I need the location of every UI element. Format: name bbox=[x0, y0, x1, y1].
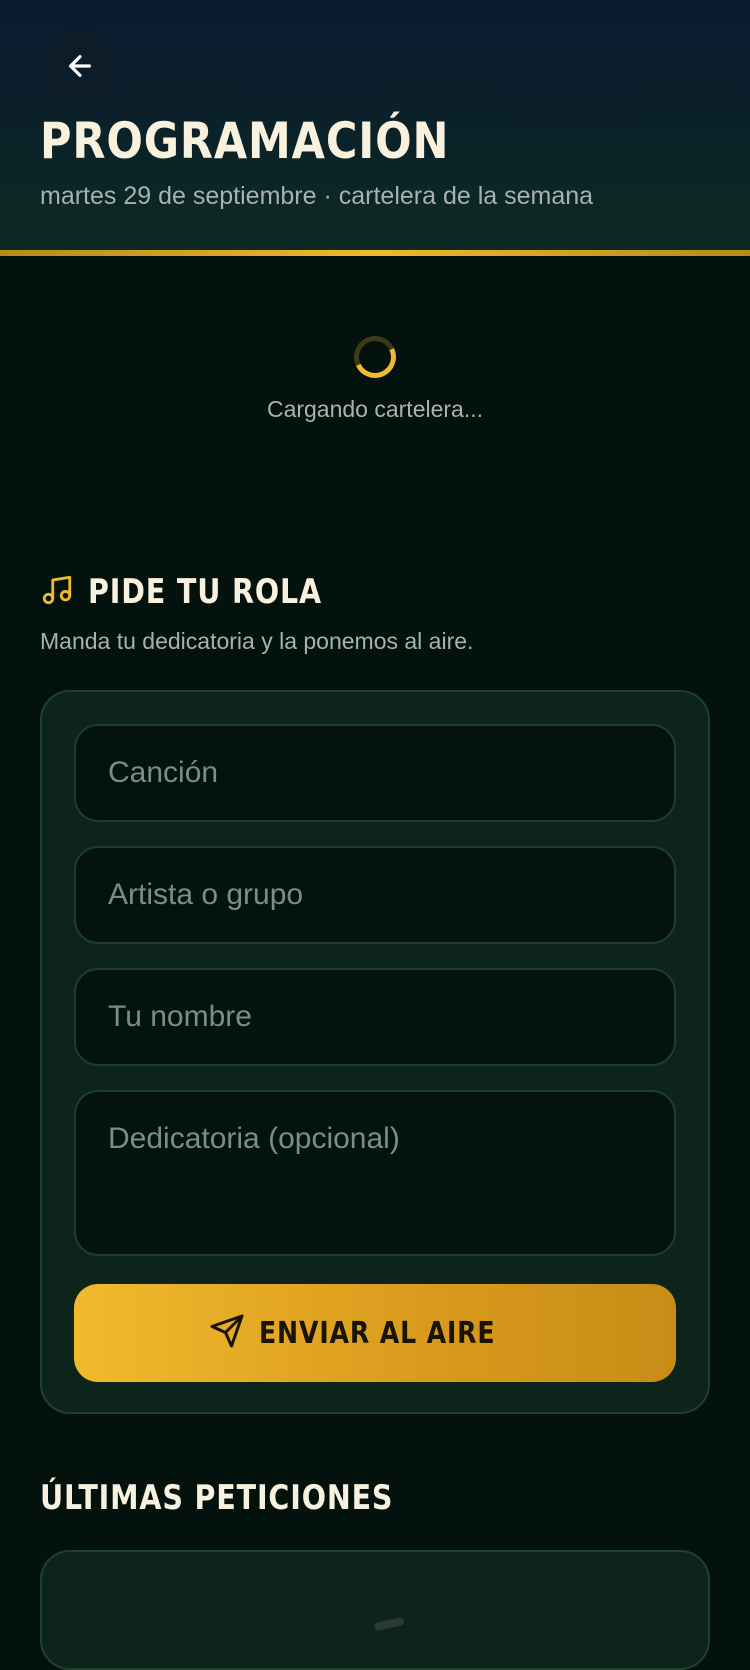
recent-requests-card bbox=[40, 1550, 710, 1670]
song-input-placeholder: Canción bbox=[108, 756, 219, 789]
dedication-textarea-placeholder: Dedicatoria (opcional) bbox=[108, 1122, 400, 1155]
send-on-air-label: ENVIAR AL AIRE bbox=[259, 1315, 496, 1351]
song-input[interactable]: Canción bbox=[74, 724, 676, 822]
request-form: Canción Artista o grupo Tu nombre Dedica… bbox=[40, 690, 710, 1414]
request-section-header: PIDE TU ROLA bbox=[40, 572, 367, 612]
page-title: PROGRAMACIÓN bbox=[40, 112, 450, 170]
artist-input[interactable]: Artista o grupo bbox=[74, 846, 676, 944]
page-subtitle: martes 29 de septiembre · cartelera de l… bbox=[40, 182, 594, 210]
loading-text: Cargando cartelera... bbox=[266, 396, 484, 422]
request-section-title: PIDE TU ROLA bbox=[88, 572, 322, 612]
spinner-icon bbox=[348, 330, 402, 384]
arrow-left-icon bbox=[64, 50, 96, 87]
name-input-placeholder: Tu nombre bbox=[108, 1000, 252, 1033]
recent-requests-title: ÚLTIMAS PETICIONES bbox=[40, 1478, 394, 1518]
artist-input-placeholder: Artista o grupo bbox=[108, 878, 304, 911]
recent-requests-placeholder-graphic bbox=[373, 1616, 405, 1632]
back-button[interactable] bbox=[40, 28, 120, 108]
request-section-description: Manda tu dedicatoria y la ponemos al air… bbox=[40, 628, 474, 654]
music-note-icon bbox=[40, 573, 74, 612]
loading-indicator: Cargando cartelera... bbox=[0, 330, 750, 423]
header-divider bbox=[0, 250, 750, 256]
dedication-textarea[interactable]: Dedicatoria (opcional) bbox=[74, 1090, 676, 1256]
send-on-air-button[interactable]: ENVIAR AL AIRE bbox=[74, 1284, 676, 1382]
send-icon bbox=[209, 1313, 245, 1354]
name-input[interactable]: Tu nombre bbox=[74, 968, 676, 1066]
